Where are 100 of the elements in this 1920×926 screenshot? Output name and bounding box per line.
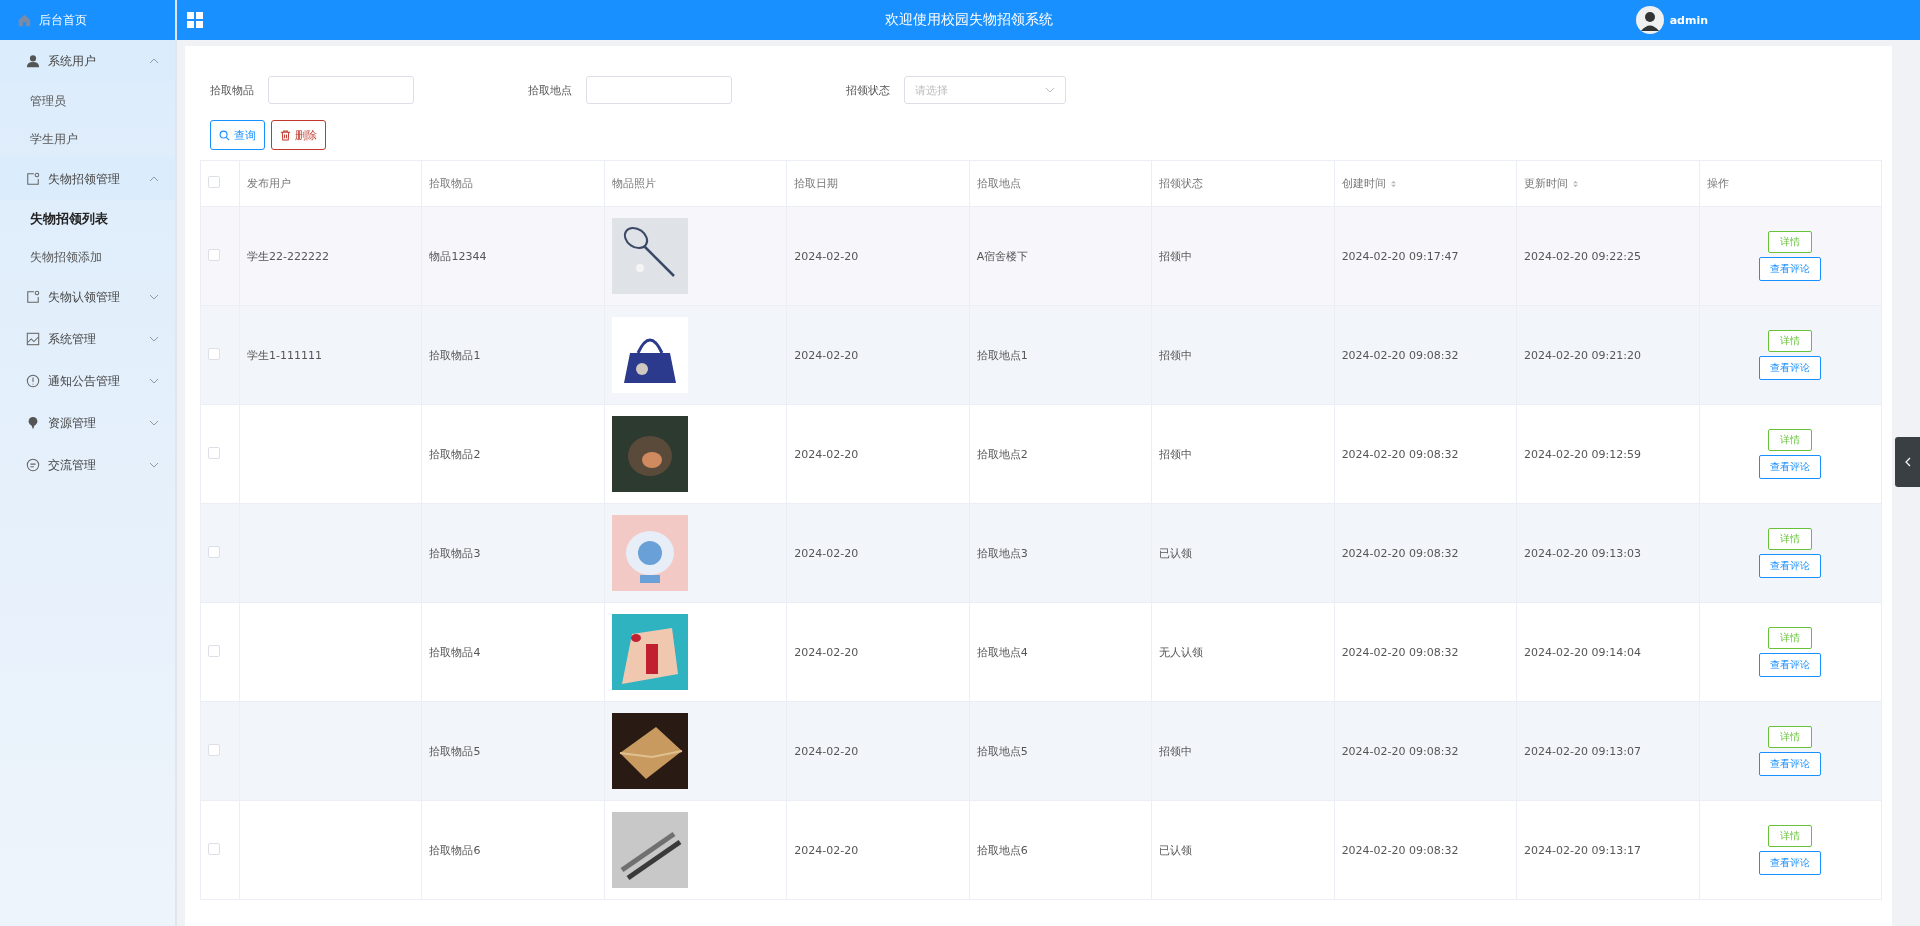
comments-button[interactable]: 查看评论 [1759, 455, 1822, 479]
filter-label: 拾取地点 [528, 82, 572, 98]
table-cell: 2024-02-20 09:08:32 [1341, 843, 1459, 857]
checkbox[interactable] [208, 347, 220, 360]
table-cell: 2024-02-20 [794, 843, 859, 857]
table-cell: 招领中 [1159, 744, 1193, 758]
comments-button[interactable]: 查看评论 [1759, 752, 1822, 776]
pin-icon [26, 416, 40, 430]
table-cell: 拾取地点3 [976, 546, 1028, 560]
table-cell: 拾取地点1 [976, 348, 1028, 362]
table-cell: 招领中 [1159, 249, 1193, 263]
table-cell: 拾取物品6 [429, 843, 481, 857]
app-title: 欢迎使用校园失物招领系统 [884, 11, 1055, 29]
table-cell: 已认领 [1159, 546, 1193, 560]
table-cell: 拾取物品1 [429, 348, 481, 362]
sort-icon[interactable] [1572, 179, 1580, 189]
comments-button[interactable]: 查看评论 [1759, 257, 1822, 281]
user-name[interactable]: admin [1669, 13, 1708, 27]
details-button[interactable]: 详情 [1768, 231, 1813, 253]
chevron-icon [149, 420, 159, 426]
table-cell: 学生1-111111 [247, 348, 322, 362]
chevron-icon [149, 294, 159, 300]
trash-icon [280, 129, 291, 141]
grid-menu-icon[interactable] [187, 12, 203, 28]
sidebar-group[interactable]: 交流管理 [0, 444, 175, 486]
checkbox[interactable] [208, 644, 220, 657]
checkbox[interactable] [208, 743, 220, 756]
table-cell: 拾取物品3 [429, 546, 481, 560]
document-icon [26, 172, 40, 186]
chevron-icon [149, 176, 159, 182]
details-button[interactable]: 详情 [1768, 330, 1813, 352]
filter-label: 拾取物品 [210, 82, 254, 98]
comments-button[interactable]: 查看评论 [1759, 554, 1822, 578]
table-cell: 物品12344 [429, 249, 487, 263]
sort-icon[interactable] [1389, 179, 1397, 189]
details-button[interactable]: 详情 [1768, 726, 1813, 748]
chat-icon [26, 458, 40, 472]
sidebar-item[interactable]: 失物招领列表 [0, 200, 175, 238]
image-icon [26, 332, 40, 346]
checkbox[interactable] [208, 446, 220, 459]
checkbox[interactable] [208, 842, 220, 855]
table-cell: 已认领 [1159, 843, 1193, 857]
column-header: 招领状态 [1159, 177, 1204, 190]
checkbox[interactable] [208, 545, 220, 558]
column-header: 更新时间 [1524, 177, 1569, 190]
sidebar-group[interactable]: 系统管理 [0, 318, 175, 360]
table-cell: 拾取地点4 [976, 645, 1028, 659]
chevron-icon [149, 378, 159, 384]
table-cell: 拾取物品2 [429, 447, 481, 461]
checkbox[interactable] [208, 248, 220, 261]
document-icon [26, 290, 40, 304]
table-cell: 2024-02-20 [794, 348, 859, 362]
chevron-icon [149, 336, 159, 342]
table-cell: 拾取物品5 [429, 744, 481, 758]
comments-button[interactable]: 查看评论 [1759, 653, 1822, 677]
table-cell: 2024-02-20 [794, 744, 859, 758]
table-cell: 2024-02-20 09:08:32 [1341, 744, 1459, 758]
sidebar-group[interactable]: 资源管理 [0, 402, 175, 444]
comments-button[interactable]: 查看评论 [1759, 356, 1822, 380]
table-cell: 2024-02-20 09:17:47 [1341, 249, 1459, 263]
filter-label: 招领状态 [846, 82, 890, 98]
user-icon [26, 54, 40, 68]
sidebar-item[interactable]: 学生用户 [0, 120, 175, 158]
details-button[interactable]: 详情 [1768, 528, 1813, 550]
sidebar-home-link[interactable]: 后台首页 [0, 0, 175, 40]
search-button[interactable]: 查询 [210, 120, 265, 150]
table-cell: 拾取地点2 [976, 447, 1028, 461]
table-cell: 无人认领 [1159, 645, 1204, 659]
table-cell: 学生22-222222 [247, 249, 329, 263]
sidebar-item[interactable]: 管理员 [0, 82, 175, 120]
delete-button[interactable]: 删除 [271, 120, 326, 150]
select-field[interactable]: 请选择 [904, 76, 1066, 104]
chevron-icon [1904, 457, 1911, 467]
table-cell: 2024-02-20 09:13:07 [1524, 744, 1641, 758]
table-cell: 招领中 [1159, 348, 1193, 362]
sidebar-group[interactable]: 失物认领管理 [0, 276, 175, 318]
details-button[interactable]: 详情 [1768, 825, 1813, 847]
checkbox[interactable] [208, 176, 220, 188]
comments-button[interactable]: 查看评论 [1759, 851, 1822, 875]
table-cell: 2024-02-20 09:12:59 [1524, 447, 1641, 461]
column-header: 发布用户 [247, 177, 291, 190]
table-cell: 拾取物品4 [429, 645, 481, 659]
info-icon [26, 374, 40, 388]
avatar-icon[interactable] [1635, 6, 1664, 34]
column-header: 物品照片 [611, 177, 656, 190]
table-cell: 2024-02-20 09:08:32 [1341, 348, 1459, 362]
details-button[interactable]: 详情 [1768, 627, 1813, 649]
home-icon [18, 13, 31, 27]
input-field[interactable] [268, 76, 414, 104]
sidebar-item[interactable]: 失物招领添加 [0, 238, 175, 276]
sidebar-group[interactable]: 失物招领管理 [0, 158, 175, 200]
column-header: 拾取物品 [429, 177, 474, 190]
column-header: 拾取地点 [976, 177, 1021, 190]
sidebar-group[interactable]: 通知公告管理 [0, 360, 175, 402]
input-field[interactable] [586, 76, 732, 104]
table-cell: 2024-02-20 09:22:25 [1524, 249, 1641, 263]
chevron-icon [149, 462, 159, 468]
details-button[interactable]: 详情 [1768, 429, 1813, 451]
table-cell: 2024-02-20 09:14:04 [1524, 645, 1641, 659]
collapse-tab[interactable] [1895, 437, 1920, 487]
